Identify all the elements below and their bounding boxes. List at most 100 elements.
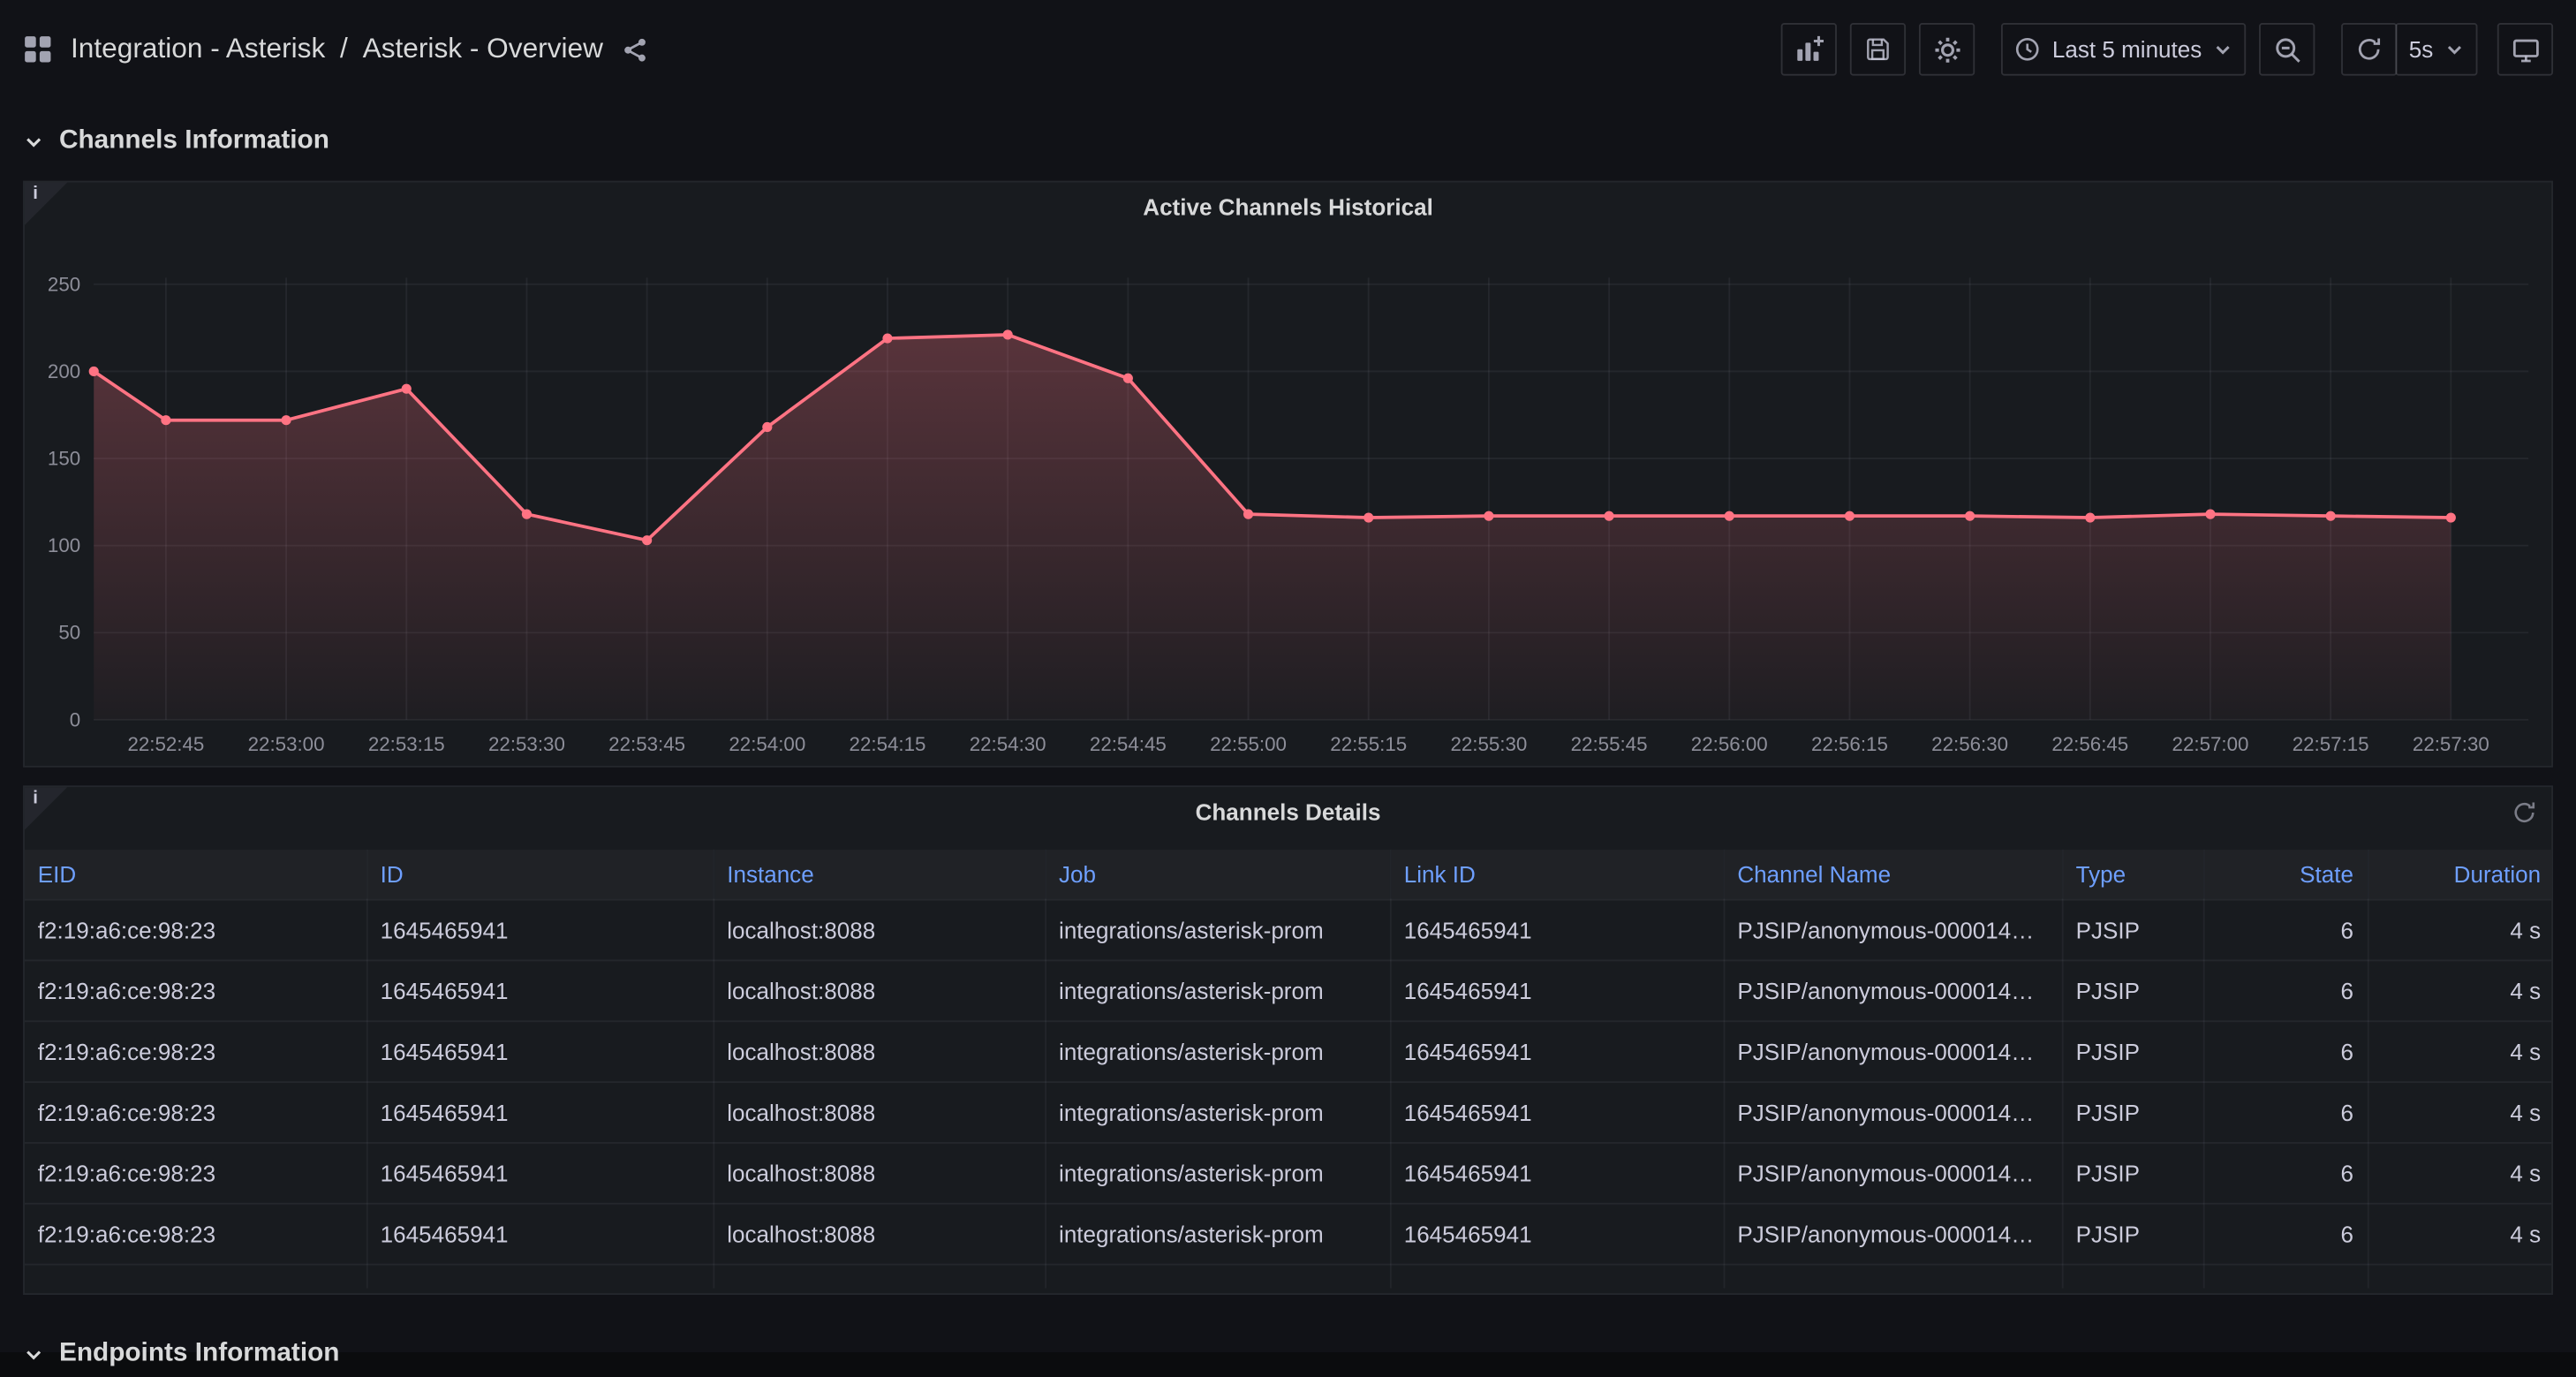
panel-channels-details: i Channels Details EIDIDInstanceJobLink … (23, 785, 2553, 1295)
data-point (1484, 511, 1493, 521)
spacer-cell (366, 1264, 714, 1289)
panel-title[interactable]: Channels Details (90, 798, 2485, 825)
cell-state: 6 (2203, 1081, 2368, 1142)
column-header-state[interactable]: State (2203, 850, 2368, 899)
cell-id: 1645465941 (366, 899, 714, 960)
x-tick-label: 22:54:30 (970, 733, 1046, 755)
column-header-job[interactable]: Job (1045, 850, 1390, 899)
save-dashboard-button[interactable] (1850, 23, 1906, 76)
kiosk-mode-button[interactable] (2497, 23, 2553, 76)
x-tick-label: 22:57:30 (2413, 733, 2489, 755)
x-tick-label: 22:54:00 (729, 733, 805, 755)
cell-channel-name: PJSIP/anonymous-000014… (1724, 1020, 2062, 1081)
column-header-channel-name[interactable]: Channel Name (1724, 850, 2062, 899)
cell-id: 1645465941 (366, 1142, 714, 1203)
cell-job: integrations/asterisk-prom (1045, 1142, 1390, 1203)
dashboard-settings-button[interactable] (1919, 23, 1975, 76)
spacer-cell (1390, 1264, 1724, 1289)
cell-type: PJSIP (2062, 1203, 2203, 1264)
cell-eid: f2:19:a6:ce:98:23 (25, 1020, 366, 1081)
spacer-cell (25, 1264, 366, 1289)
data-point (161, 415, 170, 425)
table-row: f2:19:a6:ce:98:231645465941localhost:808… (25, 1142, 2553, 1203)
cell-state: 6 (2203, 1142, 2368, 1203)
refresh-interval-dropdown[interactable]: 5s (2396, 23, 2478, 76)
section-title: Channels Information (59, 126, 329, 155)
x-tick-label: 22:53:00 (248, 733, 325, 755)
monitor-icon (2512, 35, 2540, 64)
clock-icon (2014, 36, 2041, 63)
time-range-picker[interactable]: Last 5 minutes (2001, 23, 2246, 76)
cell-duration: 4 s (2368, 899, 2553, 960)
top-navbar: Integration - Asterisk / Asterisk - Over… (0, 0, 2576, 99)
timeseries-chart[interactable]: 05010015020025022:52:4522:53:0022:53:152… (25, 183, 2551, 766)
refresh-icon (2356, 36, 2383, 63)
add-panel-button[interactable] (1781, 23, 1837, 76)
breadcrumb-folder[interactable]: Integration - Asterisk (71, 33, 325, 65)
cell-channel-name: PJSIP/anonymous-000014… (1724, 1142, 2062, 1203)
column-header-instance[interactable]: Instance (713, 850, 1045, 899)
cell-eid: f2:19:a6:ce:98:23 (25, 1081, 366, 1142)
cell-id: 1645465941 (366, 1020, 714, 1081)
data-point (402, 384, 412, 394)
cell-eid: f2:19:a6:ce:98:23 (25, 959, 366, 1020)
dashboards-grid-icon[interactable] (23, 34, 52, 64)
refresh-interval-label: 5s (2409, 36, 2434, 63)
cell-link-id: 1645465941 (1390, 959, 1724, 1020)
cell-job: integrations/asterisk-prom (1045, 1020, 1390, 1081)
cell-instance: localhost:8088 (713, 1203, 1045, 1264)
column-header-type[interactable]: Type (2062, 850, 2203, 899)
column-header-link-id[interactable]: Link ID (1390, 850, 1724, 899)
table-row: f2:19:a6:ce:98:231645465941localhost:808… (25, 1203, 2553, 1264)
breadcrumb-separator: / (340, 33, 348, 65)
breadcrumb-dashboard[interactable]: Asterisk - Overview (363, 33, 603, 65)
data-point (1604, 511, 1613, 521)
x-tick-label: 22:56:15 (1811, 733, 1888, 755)
data-point (1845, 511, 1855, 521)
cell-type: PJSIP (2062, 1020, 2203, 1081)
data-point (2326, 511, 2336, 521)
chevron-down-icon (23, 1343, 44, 1365)
panel-info-corner[interactable]: i (25, 787, 67, 829)
cell-instance: localhost:8088 (713, 1081, 1045, 1142)
y-tick-label: 150 (48, 447, 80, 469)
cell-link-id: 1645465941 (1390, 1203, 1724, 1264)
data-point (1243, 510, 1253, 519)
table-row: f2:19:a6:ce:98:231645465941localhost:808… (25, 1020, 2553, 1081)
data-point (2085, 512, 2095, 522)
cell-duration: 4 s (2368, 959, 2553, 1020)
table-spacer-row (25, 1264, 2553, 1289)
channels-details-table: EIDIDInstanceJobLink IDChannel NameTypeS… (25, 850, 2553, 1289)
column-header-eid[interactable]: EID (25, 850, 366, 899)
column-header-duration[interactable]: Duration (2368, 850, 2553, 899)
data-point (522, 510, 532, 519)
add-panel-icon (1794, 34, 1824, 64)
cell-state: 6 (2203, 899, 2368, 960)
x-tick-label: 22:53:30 (488, 733, 565, 755)
section-channels-information[interactable]: Channels Information (23, 118, 2553, 164)
cell-instance: localhost:8088 (713, 1142, 1045, 1203)
zoom-out-time-button[interactable] (2259, 23, 2315, 76)
data-point (1364, 512, 1373, 522)
cell-link-id: 1645465941 (1390, 1142, 1724, 1203)
spacer-cell (2368, 1264, 2553, 1289)
cell-eid: f2:19:a6:ce:98:23 (25, 899, 366, 960)
panel-refresh-icon[interactable] (2512, 800, 2537, 829)
cell-id: 1645465941 (366, 959, 714, 1020)
cell-id: 1645465941 (366, 1203, 714, 1264)
refresh-dashboard-button[interactable] (2341, 23, 2397, 76)
zoom-out-icon (2273, 35, 2301, 64)
data-point (1725, 511, 1734, 521)
cell-job: integrations/asterisk-prom (1045, 959, 1390, 1020)
column-header-id[interactable]: ID (366, 850, 714, 899)
cell-duration: 4 s (2368, 1203, 2553, 1264)
cell-job: integrations/asterisk-prom (1045, 1081, 1390, 1142)
info-icon: i (33, 789, 38, 808)
cell-channel-name: PJSIP/anonymous-000014… (1724, 899, 2062, 960)
toolbar: Last 5 minutes 5s (1781, 23, 2553, 76)
data-point (1003, 329, 1013, 339)
cell-duration: 4 s (2368, 1081, 2553, 1142)
share-dashboard-icon[interactable] (621, 35, 649, 64)
x-tick-label: 22:57:00 (2172, 733, 2249, 755)
section-endpoints-information[interactable]: Endpoints Information (23, 1331, 2553, 1377)
